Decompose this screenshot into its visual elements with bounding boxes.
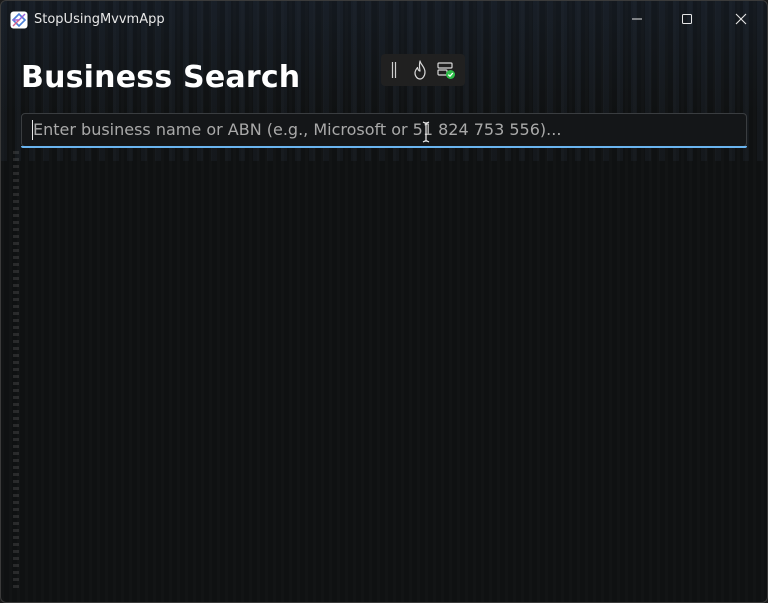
search-placeholder: Enter business name or ABN (e.g., Micros… — [33, 120, 562, 139]
hot-reload-flame-icon[interactable] — [407, 56, 433, 84]
maximize-button[interactable] — [663, 1, 711, 37]
drag-handle-icon[interactable] — [381, 56, 407, 84]
layout-check-icon[interactable] — [433, 56, 459, 84]
minimize-icon — [631, 10, 643, 29]
page-title: Business Search — [21, 60, 301, 95]
close-button[interactable] — [717, 1, 765, 37]
window-title: StopUsingMvvmApp — [34, 12, 165, 27]
app-window: StopUsingMvvmApp Business Search Enter b… — [0, 0, 768, 603]
app-logo-icon — [10, 11, 28, 29]
dev-toolbar — [381, 54, 465, 86]
search-focus-underline — [21, 146, 747, 148]
minimize-button[interactable] — [613, 1, 661, 37]
maximize-icon — [681, 10, 693, 29]
background-strip — [13, 151, 19, 591]
ibeam-cursor-icon — [422, 121, 430, 143]
close-icon — [735, 10, 747, 29]
title-bar[interactable]: StopUsingMvvmApp — [1, 1, 767, 37]
